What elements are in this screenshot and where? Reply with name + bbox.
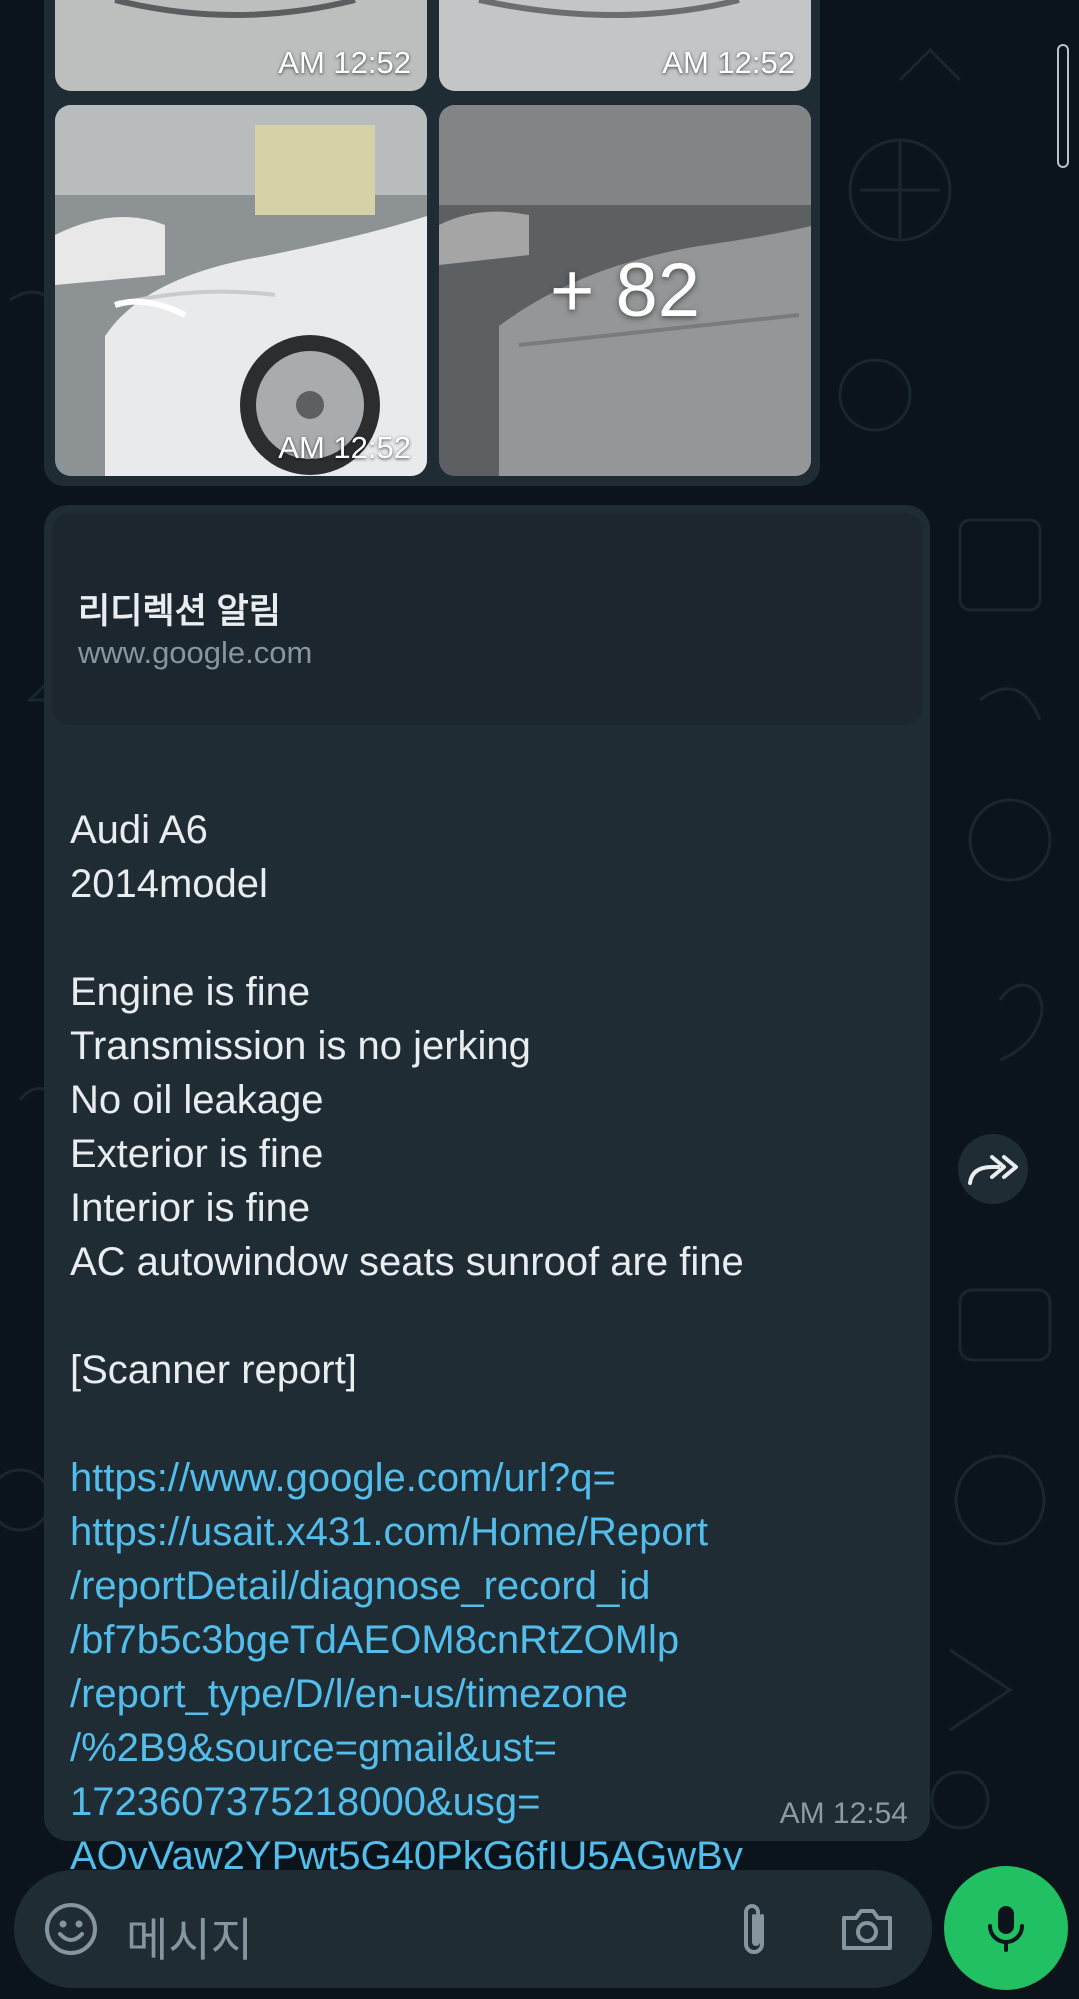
camera-icon (842, 1909, 892, 1950)
message-time: AM 12:54 (779, 1797, 908, 1830)
photo-album-message: AM 12:52 AM 12:52 AM 12:52 + 82 (44, 0, 820, 486)
photo-tile-4[interactable]: + 82 (439, 105, 811, 476)
message-body: Audi A6 2014model Engine is fine Transmi… (70, 808, 744, 1392)
paperclip-icon (744, 1904, 764, 1954)
photo-tile-1[interactable]: AM 12:52 (55, 0, 427, 91)
attach-button[interactable] (724, 1898, 786, 1960)
message-composer: 메시지 (14, 1870, 932, 1988)
photo-time: AM 12:52 (278, 45, 411, 80)
link-preview-title: 리디렉션 알림 (78, 592, 281, 631)
message-input[interactable]: 메시지 (126, 1904, 253, 1970)
photo-time: AM 12:52 (662, 45, 795, 80)
photo-tile-3[interactable]: AM 12:52 (55, 105, 427, 476)
camera-button[interactable] (836, 1898, 898, 1960)
photo-time: AM 12:52 (278, 430, 411, 465)
emoji-icon (45, 1903, 97, 1955)
scroll-indicator[interactable] (1057, 44, 1069, 168)
forward-button[interactable] (958, 1134, 1028, 1204)
emoji-button[interactable] (40, 1898, 102, 1960)
link-preview-domain: www.google.com (78, 635, 313, 670)
photo-tile-2[interactable]: AM 12:52 (439, 0, 811, 91)
link-preview-card[interactable]: 리디렉션 알림 www.google.com (52, 513, 922, 725)
text-message-bubble[interactable]: 리디렉션 알림 www.google.com Audi A6 2014model… (44, 505, 930, 1878)
more-photos-count: + 82 (439, 105, 811, 476)
message-text: Audi A6 2014model Engine is fine Transmi… (70, 749, 920, 1937)
mic-icon (988, 1906, 1024, 1952)
voice-message-button[interactable] (944, 1866, 1068, 1990)
forward-icon (968, 1155, 1018, 1185)
